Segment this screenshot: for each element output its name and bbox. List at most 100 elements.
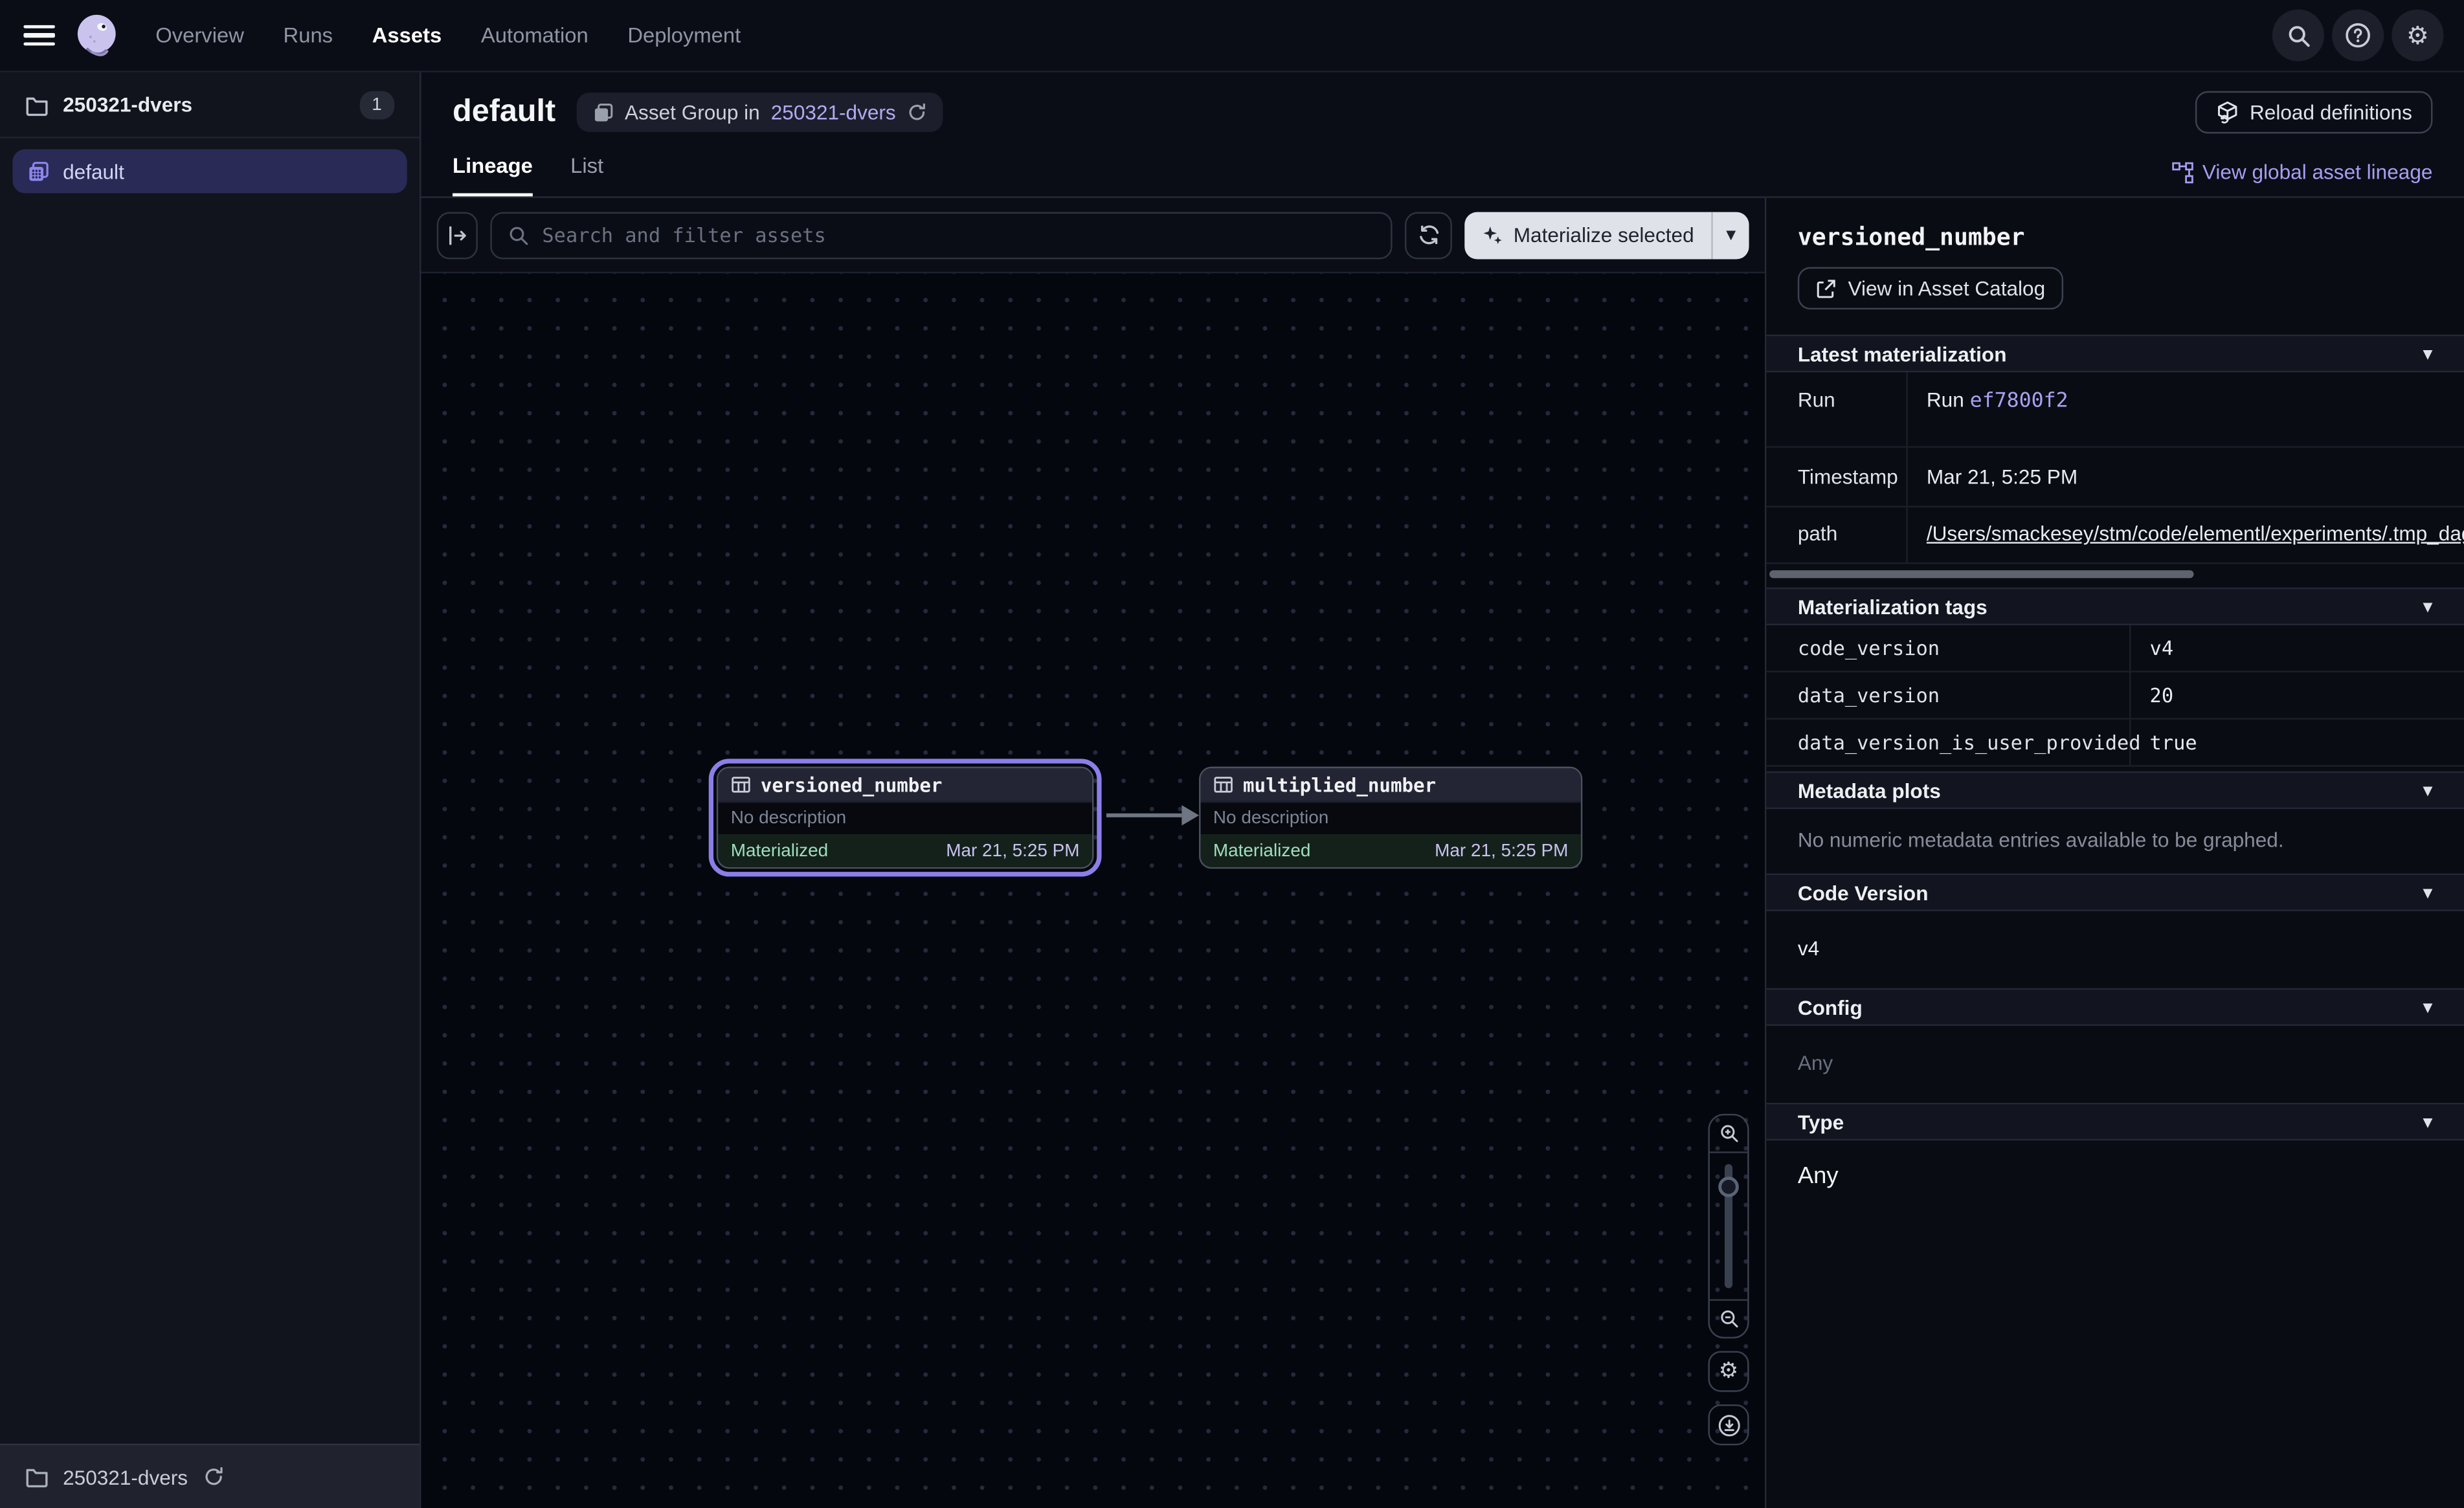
tag-value: v4: [2131, 625, 2464, 671]
nav-item-assets[interactable]: Assets: [372, 23, 442, 47]
search-icon: [2286, 23, 2311, 48]
external-link-icon: [1815, 277, 1837, 299]
settings-button[interactable]: ⚙: [2391, 10, 2443, 61]
badge-location-link[interactable]: 250321-dvers: [771, 100, 896, 124]
view-in-asset-catalog-label: View in Asset Catalog: [1848, 276, 2046, 300]
zoom-slider-box: [1708, 1114, 1749, 1338]
search-button[interactable]: [2272, 10, 2324, 61]
asset-node-name: multiplied_number: [1243, 773, 1436, 795]
lineage-graph-canvas[interactable]: versioned_number No description Material…: [421, 273, 1765, 1508]
help-button[interactable]: [2332, 10, 2384, 61]
view-global-lineage-link[interactable]: View global asset lineage: [2171, 161, 2432, 184]
page-header: default Asset Group in 250321-dvers Relo…: [421, 72, 2464, 198]
table-row: data_version_is_user_provided true: [1766, 720, 2464, 767]
sidebar-footer[interactable]: 250321-dvers: [0, 1444, 420, 1508]
section-latest-materialization[interactable]: Latest materialization ▼: [1766, 335, 2464, 372]
asset-node-name: versioned_number: [761, 773, 943, 795]
asset-group-badge[interactable]: Asset Group in 250321-dvers: [576, 93, 943, 132]
asset-node-timestamp: Mar 21, 5:25 PM: [1435, 841, 1568, 860]
row-value: Mar 21, 5:25 PM: [1908, 448, 2464, 506]
download-icon: [1717, 1413, 1740, 1436]
chevron-down-icon: ▼: [2423, 885, 2433, 900]
zoom-out-button[interactable]: [1710, 1299, 1747, 1336]
asset-node-description: No description: [1200, 801, 1580, 834]
table-icon: [1213, 775, 1234, 795]
section-code-version[interactable]: Code Version ▼: [1766, 874, 2464, 911]
expand-sidebar-button[interactable]: [437, 211, 478, 258]
gear-icon: ⚙: [1719, 1359, 1738, 1384]
tab-lineage[interactable]: Lineage: [453, 154, 533, 197]
section-label: Config: [1798, 995, 1863, 1019]
sidebar-item-default[interactable]: default: [12, 150, 407, 194]
search-input[interactable]: [542, 223, 1375, 247]
chevron-down-icon: ▼: [2423, 783, 2433, 797]
tag-value: 20: [2131, 672, 2464, 718]
code-version-value: v4: [1766, 911, 2464, 988]
menu-icon[interactable]: [23, 25, 55, 47]
metadata-plots-empty-text: No numeric metadata entries available to…: [1766, 809, 2464, 874]
zoom-in-button[interactable]: [1710, 1115, 1747, 1153]
nav-item-runs[interactable]: Runs: [284, 23, 333, 47]
asset-node-multiplied-number[interactable]: multiplied_number No description Materia…: [1199, 767, 1582, 869]
nav-item-automation[interactable]: Automation: [481, 23, 588, 47]
asset-node-timestamp: Mar 21, 5:25 PM: [946, 841, 1079, 860]
table-row: path /Users/smackesey/stm/code/elementl/…: [1766, 507, 2464, 564]
reload-definitions-button[interactable]: Reload definitions: [2195, 91, 2432, 134]
top-nav: Overview Runs Assets Automation Deployme…: [0, 0, 2464, 72]
sidebar-code-location[interactable]: 250321-dvers 1: [0, 72, 420, 139]
section-label: Latest materialization: [1798, 342, 2007, 365]
asset-search[interactable]: [490, 211, 1393, 258]
run-id-link[interactable]: ef7800f2: [1970, 390, 2068, 413]
panel-expand-icon: [446, 224, 468, 246]
section-label: Code Version: [1798, 881, 1929, 904]
tag-key: data_version_is_user_provided: [1766, 720, 2131, 765]
asset-details-panel: versioned_number View in Asset Catalog L…: [1765, 198, 2464, 1508]
materialization-tags-table: code_version v4 data_version 20 data_ver…: [1766, 625, 2464, 766]
primary-nav: Overview Runs Assets Automation Deployme…: [155, 23, 741, 47]
reload-cube-icon: [2215, 100, 2239, 124]
refresh-icon[interactable]: [907, 102, 928, 123]
path-link[interactable]: /Users/smackesey/stm/code/elementl/exper…: [1927, 522, 2464, 545]
chevron-down-icon: ▼: [1726, 228, 1736, 242]
asset-group-icon: [592, 102, 614, 124]
section-metadata-plots[interactable]: Metadata plots ▼: [1766, 771, 2464, 809]
table-row: data_version 20: [1766, 672, 2464, 720]
materialize-action[interactable]: Materialize selected: [1465, 211, 1712, 258]
gear-icon: ⚙: [2406, 21, 2429, 50]
zoom-slider-thumb[interactable]: [1718, 1177, 1739, 1197]
top-nav-actions: ⚙: [2272, 10, 2444, 61]
refresh-icon[interactable]: [202, 1466, 224, 1488]
section-label: Type: [1798, 1110, 1844, 1133]
nav-item-deployment[interactable]: Deployment: [627, 23, 741, 47]
row-key: Run: [1766, 372, 1907, 446]
asset-node-status: Materialized: [731, 841, 828, 860]
tab-list[interactable]: List: [570, 154, 603, 197]
zoom-slider[interactable]: [1710, 1153, 1747, 1300]
section-materialization-tags[interactable]: Materialization tags ▼: [1766, 588, 2464, 625]
dagster-logo[interactable]: [73, 11, 121, 60]
asset-node-versioned-number[interactable]: versioned_number No description Material…: [717, 767, 1094, 869]
latest-materialization-table: Run Run ef7800f2 Timestamp Mar 21, 5:25 …: [1766, 372, 2464, 564]
search-icon: [508, 224, 530, 246]
horizontal-scrollbar[interactable]: [1769, 570, 2193, 578]
row-key: Timestamp: [1766, 448, 1907, 506]
section-label: Metadata plots: [1798, 779, 1941, 802]
download-image-button[interactable]: [1708, 1404, 1749, 1445]
chevron-down-icon: ▼: [2423, 1000, 2433, 1014]
row-value: Run ef7800f2: [1908, 372, 2464, 446]
asset-group-icon: [27, 159, 50, 183]
config-value: Any: [1766, 1026, 2464, 1103]
materialize-label: Materialize selected: [1514, 223, 1694, 247]
nav-item-overview[interactable]: Overview: [155, 23, 244, 47]
view-in-asset-catalog-button[interactable]: View in Asset Catalog: [1798, 267, 2063, 310]
chevron-down-icon: ▼: [2423, 1114, 2433, 1129]
app-window: Overview Runs Assets Automation Deployme…: [0, 0, 2464, 1508]
section-config[interactable]: Config ▼: [1766, 988, 2464, 1026]
chevron-down-icon: ▼: [2423, 346, 2433, 360]
section-type[interactable]: Type ▼: [1766, 1103, 2464, 1140]
materialize-dropdown[interactable]: ▼: [1711, 211, 1749, 258]
refresh-graph-button[interactable]: [1405, 211, 1452, 258]
table-row: Timestamp Mar 21, 5:25 PM: [1766, 448, 2464, 507]
graph-settings-button[interactable]: ⚙: [1708, 1351, 1749, 1392]
zoom-out-icon: [1718, 1309, 1739, 1329]
